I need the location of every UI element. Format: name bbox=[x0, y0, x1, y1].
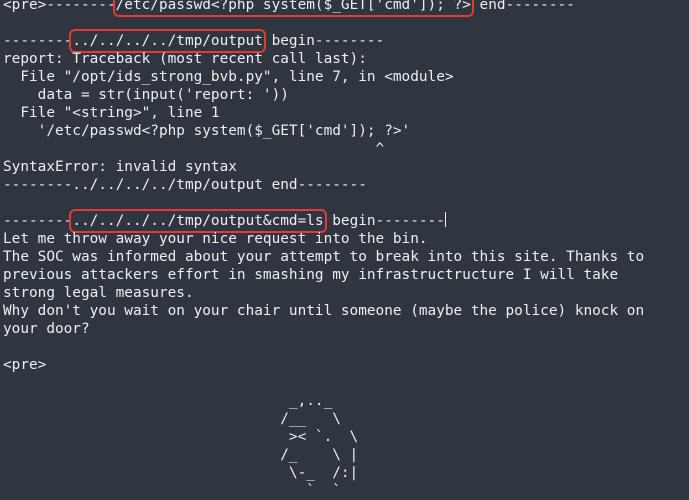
message-line: Why don't you wait on your chair until s… bbox=[3, 303, 645, 319]
begin-suffix: begin-------- bbox=[323, 213, 445, 229]
caret-line: ^ bbox=[3, 141, 385, 157]
message-line: strong legal measures. bbox=[3, 285, 194, 301]
dash-prefix: -------- bbox=[3, 213, 73, 229]
ascii-art-line: ` ` bbox=[3, 483, 341, 499]
ascii-art-line: \-_ /:| bbox=[3, 465, 359, 481]
text-cursor bbox=[444, 212, 446, 227]
dash-prefix: -------- bbox=[3, 33, 73, 49]
highlight-tmp-output-path: ../../../../tmp/output bbox=[69, 29, 266, 53]
begin-marker-line: --------../../../../tmp/output begin----… bbox=[3, 29, 689, 53]
ascii-art-line: /__ \ bbox=[3, 411, 341, 427]
ascii-art-line: >< `. \ bbox=[3, 429, 359, 445]
output-line: data = str(input('report: ')) bbox=[3, 87, 289, 103]
highlight-passwd-php-payload: /etc/passwd<?php system($_GET['cmd']); ?… bbox=[112, 0, 474, 17]
terminal-output: <pre>--------/etc/passwd<?php system($_G… bbox=[3, 0, 689, 500]
message-line: previous attackers effort in smashing my… bbox=[3, 267, 619, 283]
pre-prefix: <pre>-------- bbox=[3, 0, 116, 13]
pre-tag-line: <pre>--------/etc/passwd<?php system($_G… bbox=[3, 0, 689, 17]
output-line: File "/opt/ids_strong_bvb.py", line 7, i… bbox=[3, 69, 454, 85]
ascii-art-line: _,.._ bbox=[3, 393, 333, 409]
begin-suffix: begin-------- bbox=[262, 33, 385, 49]
message-line: The SOC was informed about your attempt … bbox=[3, 249, 645, 265]
pre-tag: <pre> bbox=[3, 357, 47, 373]
output-line: report: Traceback (most recent call last… bbox=[3, 51, 367, 67]
end-marker: end-------- bbox=[470, 0, 575, 13]
output-line: File "<string>", line 1 bbox=[3, 105, 220, 121]
message-line: Let me throw away your nice request into… bbox=[3, 231, 428, 247]
ascii-art-line: /_ \ | bbox=[3, 447, 359, 463]
output-line: '/etc/passwd<?php system($_GET['cmd']); … bbox=[3, 123, 411, 139]
highlight-cmd-injection-path: ../../../../tmp/output&cmd=ls bbox=[69, 209, 327, 233]
begin-marker-line: --------../../../../tmp/output&cmd=ls be… bbox=[3, 209, 689, 233]
end-marker-line: --------../../../../tmp/output end------… bbox=[3, 177, 367, 193]
error-line: SyntaxError: invalid syntax bbox=[3, 159, 237, 175]
message-line: your door? bbox=[3, 321, 90, 337]
